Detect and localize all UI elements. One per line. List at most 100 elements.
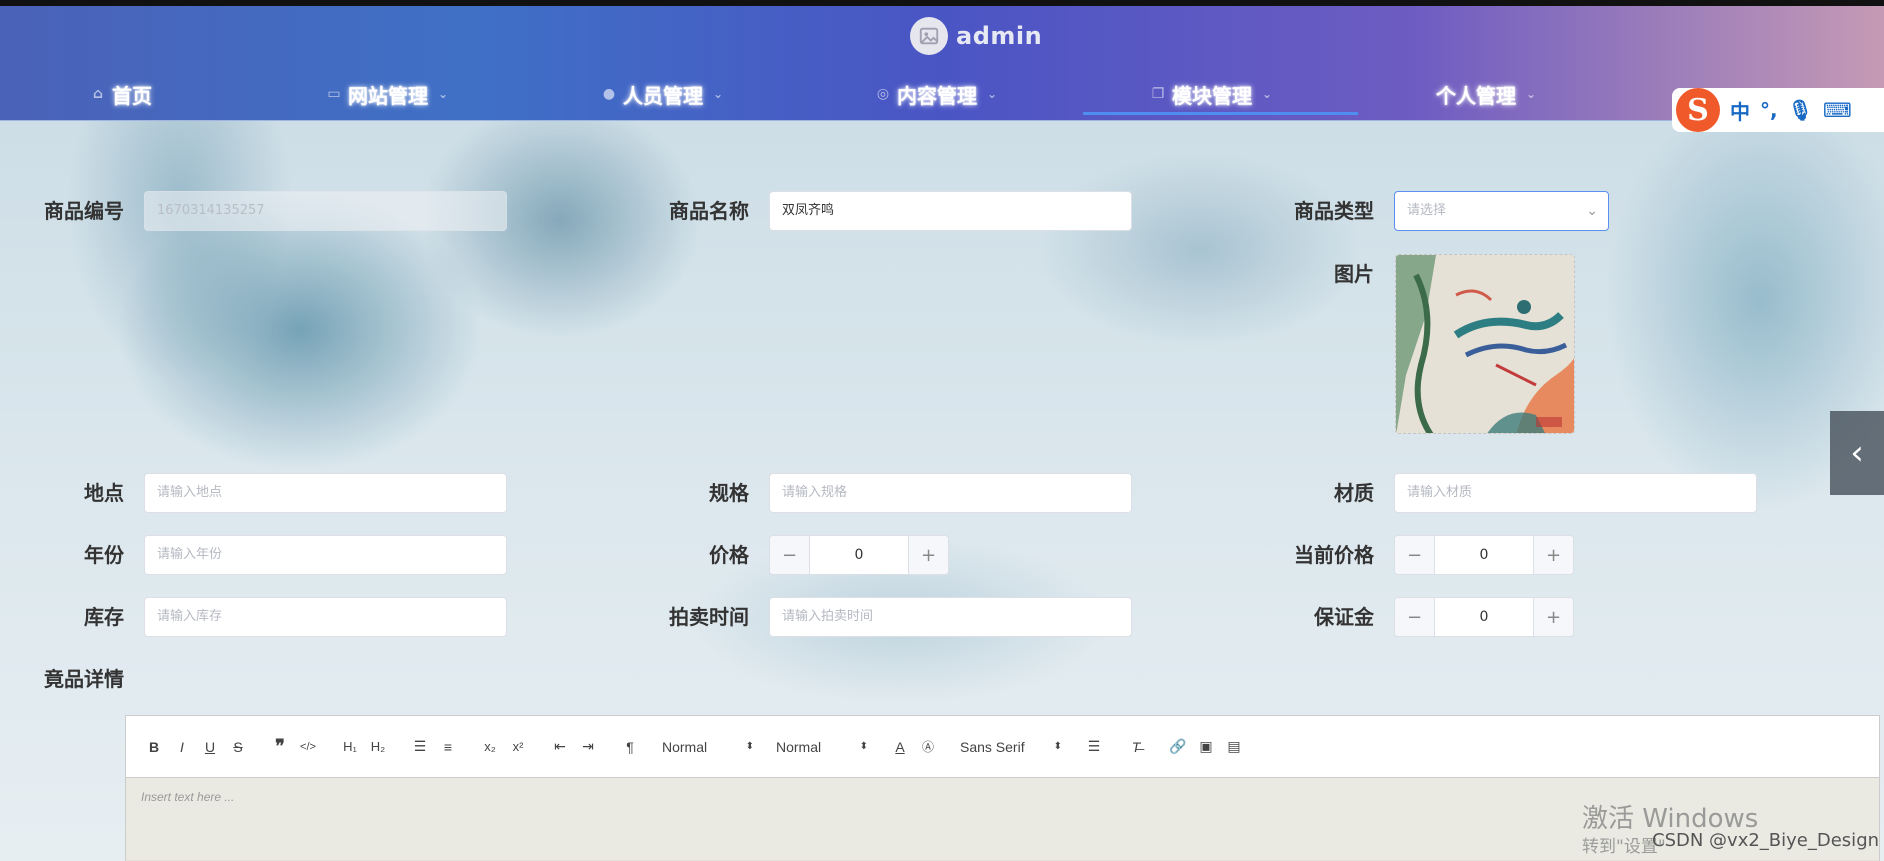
italic-button[interactable]: I <box>168 733 196 761</box>
select-arrows-icon: ⬍ <box>1053 741 1062 752</box>
module-icon: ❐ <box>1151 86 1165 102</box>
size-select-value: Normal <box>776 738 822 755</box>
bullet-list-icon[interactable]: ≡ <box>434 733 462 761</box>
location-input[interactable]: 请输入地点 <box>144 473 507 513</box>
deposit-increment-button[interactable]: + <box>1533 598 1573 636</box>
stock-input[interactable]: 请输入库存 <box>144 597 507 637</box>
product-id-label: 商品编号 <box>44 199 124 223</box>
select-arrows-icon: ⬍ <box>745 741 754 752</box>
active-nav-indicator <box>1083 112 1358 115</box>
deposit-decrement-button[interactable]: − <box>1395 598 1435 636</box>
price-increment-button[interactable]: + <box>908 536 948 574</box>
year-input[interactable]: 请输入年份 <box>144 535 507 575</box>
indent-icon[interactable]: ⇥ <box>574 733 602 761</box>
nav-label: 网站管理 <box>348 83 428 108</box>
side-collapse-button[interactable]: ‹ <box>1830 411 1884 495</box>
nav-item-personal[interactable]: 个人管理 ⌄ <box>1436 68 1536 120</box>
username: admin <box>956 22 1043 50</box>
clear-format-icon[interactable]: T̶ <box>1122 733 1150 761</box>
auction-time-label: 拍卖时间 <box>669 605 749 629</box>
current-price-stepper[interactable]: − 0 + <box>1394 535 1574 575</box>
outdent-icon[interactable]: ⇤ <box>546 733 574 761</box>
size-select[interactable]: Normal ⬍ <box>772 733 872 761</box>
text-direction-icon[interactable]: ¶ <box>616 733 644 761</box>
csdn-watermark: CSDN @vx2_Biye_Design <box>1652 830 1880 851</box>
nav-item-site[interactable]: ▭ 网站管理 ⌄ <box>326 68 448 120</box>
nav-label: 内容管理 <box>897 83 977 108</box>
current-price-value[interactable]: 0 <box>1435 536 1533 574</box>
product-image-upload[interactable] <box>1395 254 1575 434</box>
chevron-down-icon: ⌄ <box>713 87 724 101</box>
header-select[interactable]: Normal ⬍ <box>658 733 758 761</box>
chevron-down-icon: ⌄ <box>1586 203 1598 219</box>
year-label: 年份 <box>84 543 124 567</box>
user-info[interactable]: admin <box>910 16 1042 56</box>
ordered-list-icon[interactable]: ☰ <box>406 733 434 761</box>
product-name-input[interactable]: 双凤齐鸣 <box>769 191 1132 231</box>
deposit-value[interactable]: 0 <box>1435 598 1533 636</box>
superscript-button[interactable]: x² <box>504 733 532 761</box>
blockquote-icon[interactable]: ❞ <box>266 733 294 761</box>
underline-button[interactable]: U <box>196 733 224 761</box>
chevron-down-icon: ⌄ <box>987 87 998 101</box>
ime-toolbar[interactable]: S 中 °, 🎙 ⌨ <box>1672 88 1884 132</box>
product-type-select[interactable]: 请选择 ⌄ <box>1394 191 1609 231</box>
material-input[interactable]: 请输入材质 <box>1394 473 1757 513</box>
top-header: admin ⌂ 首页 ▭ 网站管理 ⌄ ● 人员管理 ⌄ ◎ 内容管理 ⌄ ❐ … <box>0 6 1884 121</box>
chevron-down-icon: ⌄ <box>438 87 449 101</box>
heading1-button[interactable]: H₁ <box>336 733 364 761</box>
home-icon: ⌂ <box>92 86 104 102</box>
keyboard-icon[interactable]: ⌨ <box>1823 98 1852 122</box>
deposit-stepper[interactable]: − 0 + <box>1394 597 1574 637</box>
spec-input[interactable]: 请输入规格 <box>769 473 1132 513</box>
content-icon: ◎ <box>876 86 890 102</box>
current-price-increment-button[interactable]: + <box>1533 536 1573 574</box>
price-label: 价格 <box>709 543 749 567</box>
image-icon[interactable]: ▣ <box>1192 733 1220 761</box>
font-color-icon[interactable]: A <box>886 733 914 761</box>
nav-label: 首页 <box>112 83 152 108</box>
ime-punct[interactable]: °, <box>1760 98 1778 122</box>
bold-button[interactable]: B <box>140 733 168 761</box>
chevron-down-icon: ⌄ <box>1526 87 1537 101</box>
avatar[interactable] <box>910 17 948 55</box>
font-select-value: Sans Serif <box>960 738 1025 755</box>
chevron-down-icon: ⌄ <box>1262 87 1273 101</box>
align-icon[interactable]: ☰ <box>1080 733 1108 761</box>
nav-item-content[interactable]: ◎ 内容管理 ⌄ <box>875 68 997 120</box>
video-icon[interactable]: ▤ <box>1220 733 1248 761</box>
stock-label: 库存 <box>84 605 124 629</box>
price-stepper[interactable]: − 0 + <box>769 535 949 575</box>
ime-mode[interactable]: 中 <box>1730 96 1750 125</box>
nav-item-home[interactable]: ⌂ 首页 <box>90 68 152 120</box>
nav-item-staff[interactable]: ● 人员管理 ⌄ <box>601 68 723 120</box>
background-color-icon[interactable]: Ⓐ <box>914 733 942 761</box>
image-label: 图片 <box>1334 262 1374 286</box>
price-decrement-button[interactable]: − <box>770 536 810 574</box>
nav-label: 模块管理 <box>1172 83 1252 108</box>
heading2-button[interactable]: H₂ <box>364 733 392 761</box>
select-arrows-icon: ⬍ <box>859 741 868 752</box>
current-price-label: 当前价格 <box>1294 543 1374 567</box>
deposit-label: 保证金 <box>1314 605 1374 629</box>
user-icon: ● <box>602 86 616 102</box>
sogou-logo-icon[interactable]: S <box>1676 88 1720 132</box>
current-price-decrement-button[interactable]: − <box>1395 536 1435 574</box>
price-value[interactable]: 0 <box>810 536 908 574</box>
code-block-icon[interactable]: </> <box>294 733 322 761</box>
microphone-icon[interactable]: 🎙 <box>1788 98 1813 122</box>
nav-label: 人员管理 <box>623 83 703 108</box>
monitor-icon: ▭ <box>327 86 341 102</box>
top-strip <box>0 0 1884 6</box>
subscript-button[interactable]: x₂ <box>476 733 504 761</box>
link-icon[interactable]: 🔗 <box>1164 733 1192 761</box>
strike-button[interactable]: S <box>224 733 252 761</box>
location-label: 地点 <box>84 481 124 505</box>
product-type-label: 商品类型 <box>1294 199 1374 223</box>
phoenix-painting-image <box>1396 255 1574 433</box>
auction-time-input[interactable]: 请输入拍卖时间 <box>769 597 1132 637</box>
nav-label: 个人管理 <box>1436 83 1516 108</box>
details-label: 竟品详情 <box>44 667 124 691</box>
font-select[interactable]: Sans Serif ⬍ <box>956 733 1066 761</box>
chevron-left-icon: ‹ <box>1850 433 1864 473</box>
